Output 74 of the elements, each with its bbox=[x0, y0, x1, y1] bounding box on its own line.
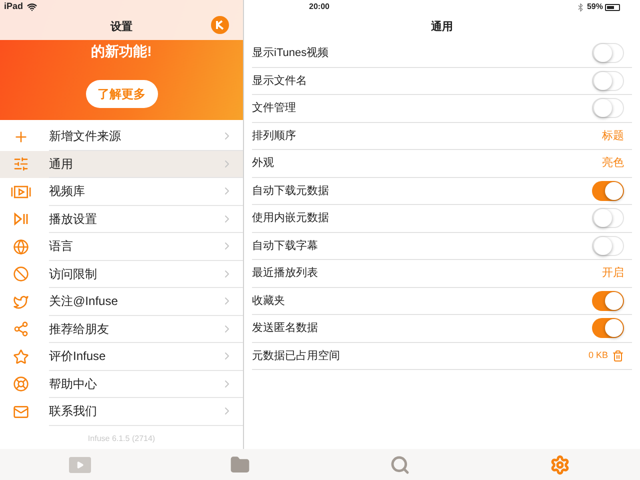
row-value: 开启 bbox=[602, 266, 624, 281]
settings-row[interactable]: 文件管理 bbox=[252, 95, 632, 122]
mail-icon bbox=[13, 404, 29, 420]
video-library-icon bbox=[11, 184, 31, 200]
item-label: 关注@Infuse bbox=[49, 293, 119, 310]
star-icon bbox=[13, 348, 29, 365]
plus-icon bbox=[13, 128, 29, 145]
row-label: 文件管理 bbox=[252, 100, 297, 116]
item-label: 通用 bbox=[49, 156, 74, 173]
item-label: 视频库 bbox=[49, 183, 86, 200]
item-label: 访问限制 bbox=[49, 266, 98, 283]
row-label: 排列顺序 bbox=[252, 128, 297, 144]
row-label: 元数据已占用空间 bbox=[252, 348, 341, 364]
globe-icon bbox=[13, 238, 29, 255]
search-icon[interactable] bbox=[390, 454, 410, 474]
settings-icon[interactable] bbox=[550, 454, 570, 474]
settings-row[interactable]: 使用内嵌元数据 bbox=[252, 205, 632, 232]
row-label: 自动下载字幕 bbox=[252, 238, 319, 254]
video-icon[interactable] bbox=[69, 456, 91, 472]
row-label: 显示iTunes视频 bbox=[252, 46, 330, 61]
item-label: 播放设置 bbox=[49, 210, 98, 228]
sliders-icon bbox=[13, 156, 29, 172]
settings-row[interactable]: 最近播放列表 开启 bbox=[252, 260, 632, 288]
share-icon bbox=[13, 321, 29, 338]
row-label: 自动下载元数据 bbox=[252, 184, 330, 198]
bird-icon bbox=[13, 294, 29, 310]
item-label: 推荐给朋友 bbox=[49, 320, 110, 338]
sidebar-title: 设置 bbox=[110, 20, 132, 35]
trash-icon[interactable] bbox=[612, 350, 624, 362]
settings-row[interactable]: 排列顺序 标题 bbox=[252, 122, 632, 150]
settings-row[interactable]: 外观 亮色 bbox=[252, 150, 632, 178]
toggle-switch[interactable] bbox=[592, 318, 624, 338]
banner-text: 的新功能! bbox=[91, 42, 152, 61]
item-label: 评价Infuse bbox=[49, 348, 107, 366]
settings-row[interactable]: 发送匿名数据 bbox=[252, 315, 632, 342]
play-pause-icon bbox=[13, 211, 29, 228]
sidebar-item[interactable]: 通用 bbox=[0, 150, 243, 178]
wifi-icon bbox=[27, 2, 38, 12]
lifebuoy-icon bbox=[13, 376, 29, 392]
time-text: 20:00 bbox=[309, 1, 330, 13]
item-label: 联系我们 bbox=[49, 403, 98, 420]
settings-row[interactable]: 自动下载元数据 bbox=[252, 178, 632, 205]
row-label: 发送匿名数据 bbox=[252, 321, 319, 336]
toggle-switch[interactable] bbox=[592, 98, 624, 118]
settings-row[interactable]: 元数据已占用空间 0 KB bbox=[252, 342, 632, 370]
battery-icon bbox=[605, 4, 620, 10]
item-label: 语言 bbox=[49, 238, 74, 256]
bluetooth-icon bbox=[576, 2, 585, 12]
app-logo-icon[interactable] bbox=[211, 16, 229, 34]
battery-text: 59% bbox=[586, 1, 603, 13]
toggle-switch[interactable] bbox=[592, 70, 624, 91]
settings-row[interactable]: 收藏夹 bbox=[252, 288, 632, 315]
row-label: 收藏夹 bbox=[252, 294, 286, 308]
toggle-switch[interactable] bbox=[592, 43, 624, 64]
row-label: 外观 bbox=[252, 156, 275, 171]
settings-row[interactable]: 显示iTunes视频 bbox=[252, 40, 632, 68]
item-label: 帮助中心 bbox=[49, 376, 98, 393]
row-label: 使用内嵌元数据 bbox=[252, 211, 330, 226]
toggle-switch[interactable] bbox=[592, 180, 624, 201]
row-label: 最近播放列表 bbox=[252, 266, 319, 281]
folder-icon[interactable] bbox=[230, 454, 250, 474]
toggle-switch[interactable] bbox=[592, 290, 624, 311]
settings-row[interactable]: 显示文件名 bbox=[252, 68, 632, 95]
item-label: 新增文件来源 bbox=[49, 128, 122, 146]
toggle-switch[interactable] bbox=[592, 236, 624, 256]
row-value: 0 KB bbox=[588, 349, 608, 362]
row-label: 显示文件名 bbox=[252, 74, 308, 88]
row-value: 标题 bbox=[602, 128, 624, 144]
device-name: iPad bbox=[4, 0, 24, 14]
prohibited-icon bbox=[13, 266, 29, 282]
toggle-switch[interactable] bbox=[592, 208, 624, 228]
detail-title: 通用 bbox=[431, 20, 453, 35]
row-value: 亮色 bbox=[602, 156, 624, 171]
settings-row[interactable]: 自动下载字幕 bbox=[252, 232, 632, 260]
